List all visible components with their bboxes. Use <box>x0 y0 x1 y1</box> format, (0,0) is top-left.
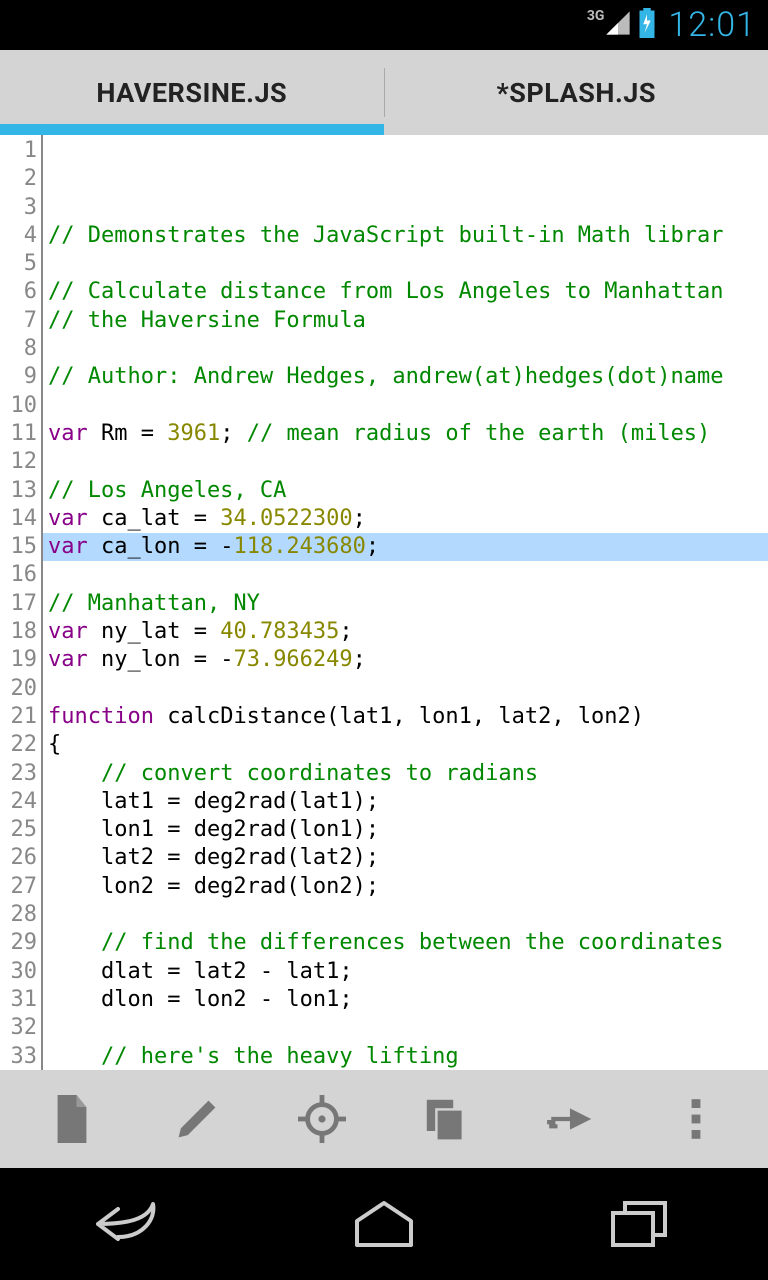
recent-icon <box>607 1197 673 1252</box>
line-number-gutter: 1 2 3 4 5 6 7 8 9 10 11 12 13 14 15 16 1… <box>0 135 43 1070</box>
recent-button[interactable] <box>540 1184 740 1264</box>
home-button[interactable] <box>284 1184 484 1264</box>
code-area[interactable]: // Demonstrates the JavaScript built-in … <box>43 135 768 1070</box>
copy-button[interactable] <box>391 1079 501 1159</box>
back-icon <box>88 1199 168 1249</box>
code-editor[interactable]: 1 2 3 4 5 6 7 8 9 10 11 12 13 14 15 16 1… <box>0 135 768 1070</box>
clock: 12:01 <box>668 5 756 45</box>
network-label: 3G <box>587 8 605 24</box>
tab-bar: HAVERSINE.JS *SPLASH.JS <box>0 50 768 135</box>
target-icon <box>298 1095 346 1143</box>
signal-icon <box>604 9 632 41</box>
more-button[interactable] <box>641 1079 751 1159</box>
pencil-icon <box>174 1096 220 1142</box>
tab-haversine[interactable]: HAVERSINE.JS <box>0 50 384 135</box>
more-icon <box>689 1097 703 1141</box>
tab-splash[interactable]: *SPLASH.JS <box>385 50 768 135</box>
file-icon <box>51 1095 93 1143</box>
edit-button[interactable] <box>142 1079 252 1159</box>
new-file-button[interactable] <box>17 1079 127 1159</box>
run-icon <box>545 1102 597 1136</box>
home-icon <box>349 1197 419 1252</box>
active-tab-indicator <box>0 124 384 135</box>
battery-icon <box>636 8 658 42</box>
status-bar: 3G 12:01 <box>0 0 768 50</box>
back-button[interactable] <box>28 1184 228 1264</box>
android-navbar <box>0 1168 768 1280</box>
run-button[interactable] <box>516 1079 626 1159</box>
target-button[interactable] <box>267 1079 377 1159</box>
bottom-toolbar <box>0 1070 768 1168</box>
copy-icon <box>422 1095 470 1143</box>
